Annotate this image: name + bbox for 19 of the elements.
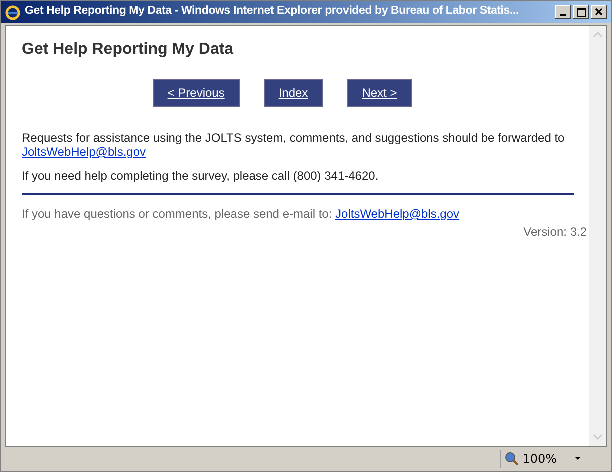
nav-button[interactable]: < Previous bbox=[152, 79, 240, 107]
zoom-icon bbox=[504, 452, 519, 466]
browser-logo-icon bbox=[5, 4, 21, 20]
email-link[interactable]: JoltsWebHelp@bls.gov bbox=[336, 207, 460, 221]
maximize-button[interactable] bbox=[573, 5, 589, 19]
page-heading: Get Help Reporting My Data bbox=[22, 40, 235, 60]
close-button[interactable] bbox=[591, 5, 607, 19]
version-label: Version: 3.2 bbox=[524, 224, 587, 241]
footer-paragraph: If you have questions or comments, please send e-mail to: JoltsWebHelp@bls.gov bbox=[22, 206, 461, 223]
close-icon bbox=[595, 8, 603, 16]
phone-paragraph: If you need help completing the survey, please call (800) 341-4620. bbox=[22, 168, 380, 185]
nav-button[interactable]: Index bbox=[264, 79, 324, 107]
zoom-button[interactable]: 100% bbox=[500, 450, 589, 468]
minimize-button[interactable] bbox=[555, 5, 571, 19]
maximize-icon bbox=[576, 8, 586, 16]
email-link[interactable]: JoltsWebHelp@bls.gov bbox=[22, 145, 146, 159]
nav-button[interactable]: Next > bbox=[347, 79, 412, 107]
request-paragraph: Requests for assistance using the JOLTS system, comments, and suggestions should be forwarded to JoltsWebHelp@bls.gov bbox=[22, 131, 566, 159]
window-title: Get Help Reporting My Data - Windows Internet Explorer provided by Bureau of Labor Statis... bbox=[25, 4, 520, 20]
